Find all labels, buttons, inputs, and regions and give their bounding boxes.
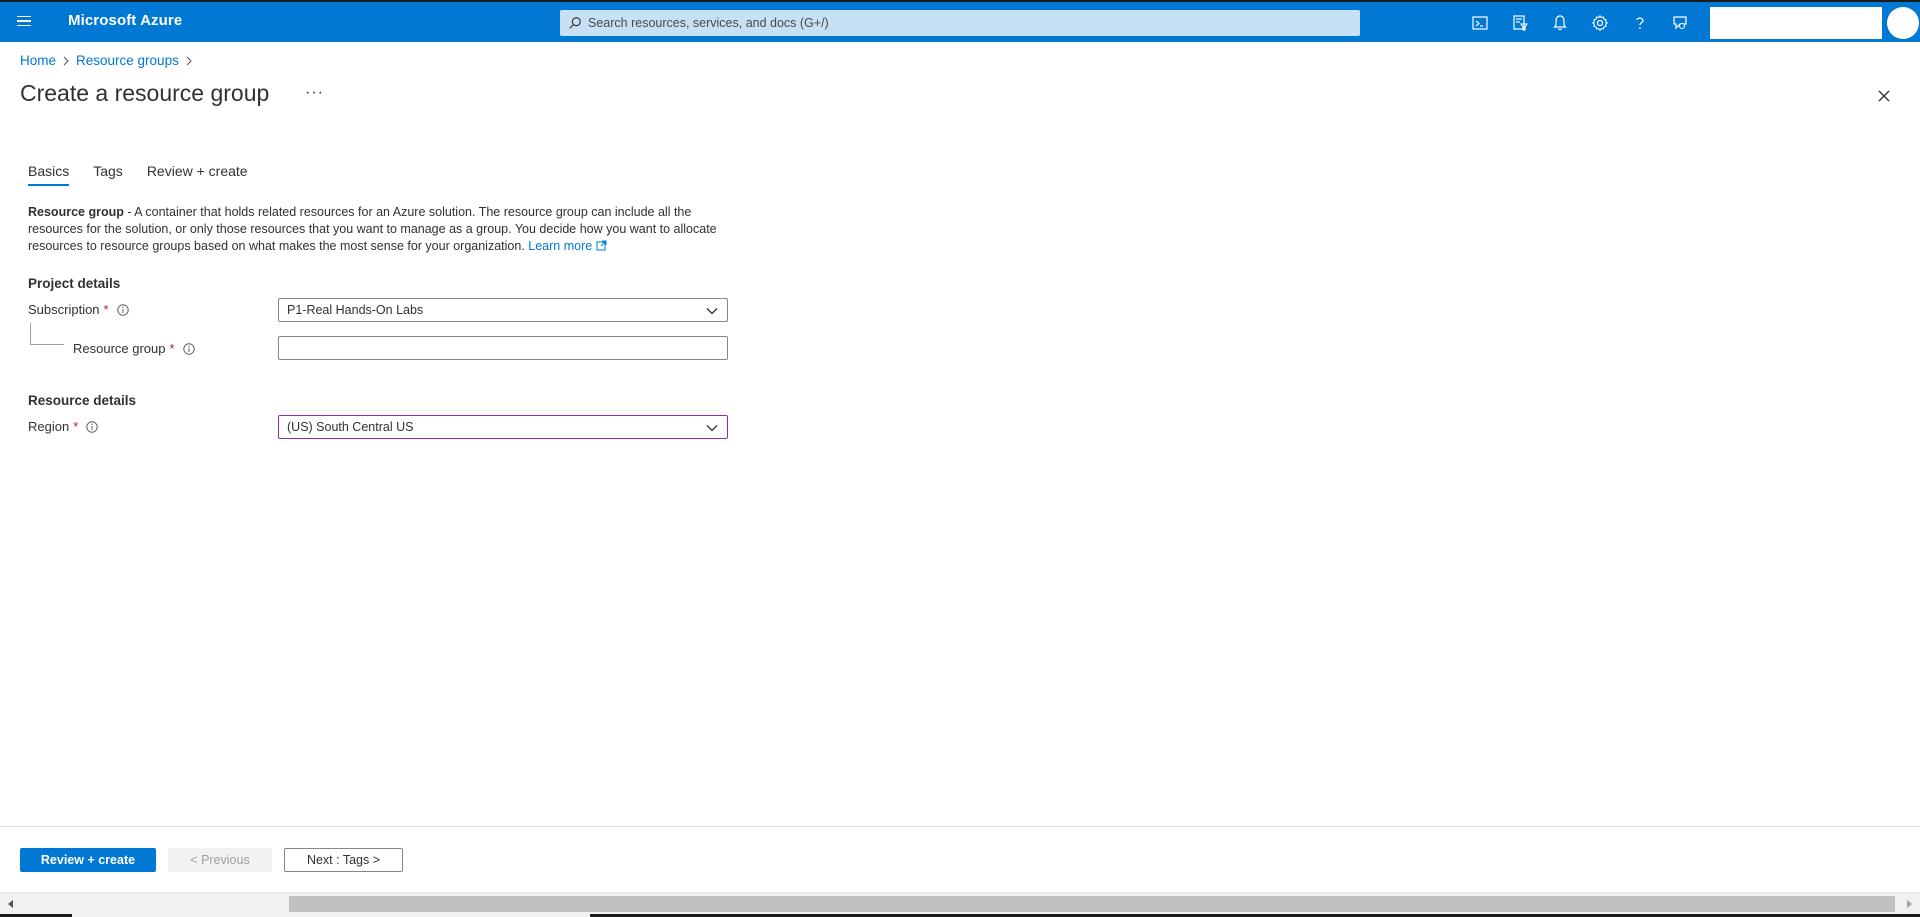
tab-strip: Basics Tags Review + create <box>28 163 272 186</box>
info-icon[interactable] <box>182 342 195 355</box>
tab-review-create[interactable]: Review + create <box>147 163 248 186</box>
region-label: Region * <box>28 419 98 434</box>
chevron-down-icon <box>706 308 718 315</box>
required-marker: * <box>73 419 79 434</box>
info-icon[interactable] <box>86 420 98 433</box>
review-create-button[interactable]: Review + create <box>20 848 156 872</box>
hierarchy-connector <box>30 323 64 345</box>
description-term: Resource group <box>28 205 124 219</box>
next-tags-button[interactable]: Next : Tags > <box>284 848 403 872</box>
subscription-label: Subscription * <box>28 302 129 317</box>
terminal-icon[interactable] <box>1466 9 1494 37</box>
scrollbar-thumb[interactable] <box>289 896 1895 912</box>
directory-filter-icon[interactable] <box>1506 9 1534 37</box>
breadcrumb: Home Resource groups <box>20 53 199 68</box>
help-icon[interactable] <box>1626 9 1654 37</box>
chevron-right-icon <box>56 56 76 66</box>
chevron-right-icon <box>179 56 199 66</box>
account-name-box[interactable] <box>1710 7 1882 39</box>
region-select[interactable]: (US) South Central US <box>278 415 728 439</box>
more-options-icon[interactable]: ··· <box>305 84 324 102</box>
feedback-icon[interactable] <box>1666 9 1694 37</box>
resource-group-description: Resource group - A container that holds … <box>28 204 728 255</box>
subscription-select[interactable]: P1-Real Hands-On Labs <box>278 298 728 322</box>
required-marker: * <box>103 302 109 317</box>
external-link-icon <box>596 240 607 251</box>
resource-group-label: Resource group * <box>73 341 195 356</box>
horizontal-scrollbar[interactable] <box>0 892 1920 917</box>
scroll-right-icon[interactable] <box>1903 898 1915 910</box>
learn-more-link[interactable]: Learn more <box>528 239 607 253</box>
hamburger-menu-icon[interactable] <box>12 9 36 33</box>
required-marker: * <box>169 341 175 356</box>
breadcrumb-home[interactable]: Home <box>20 53 56 68</box>
scroll-left-icon[interactable] <box>5 898 17 910</box>
description-text: - A container that holds related resourc… <box>28 205 717 253</box>
gear-icon[interactable] <box>1586 9 1614 37</box>
project-details-heading: Project details <box>28 276 121 291</box>
brand-name[interactable]: Microsoft Azure <box>68 12 182 29</box>
resource-group-input[interactable] <box>278 336 728 360</box>
info-icon[interactable] <box>116 303 129 316</box>
search-input[interactable] <box>588 11 1360 35</box>
bell-icon[interactable] <box>1546 9 1574 37</box>
global-search[interactable] <box>560 10 1360 36</box>
tab-basics[interactable]: Basics <box>28 163 70 186</box>
close-icon[interactable] <box>1872 84 1896 108</box>
tab-tags[interactable]: Tags <box>93 163 123 186</box>
resource-details-heading: Resource details <box>28 393 137 408</box>
footer-bar: Review + create < Previous Next : Tags > <box>0 826 1920 892</box>
chevron-down-icon <box>706 425 718 432</box>
previous-button[interactable]: < Previous <box>168 848 272 872</box>
avatar[interactable] <box>1887 7 1919 39</box>
top-bar: Microsoft Azure <box>0 0 1920 42</box>
breadcrumb-resource-groups[interactable]: Resource groups <box>76 53 179 68</box>
page-title: Create a resource group <box>20 80 270 106</box>
search-icon <box>569 17 581 29</box>
